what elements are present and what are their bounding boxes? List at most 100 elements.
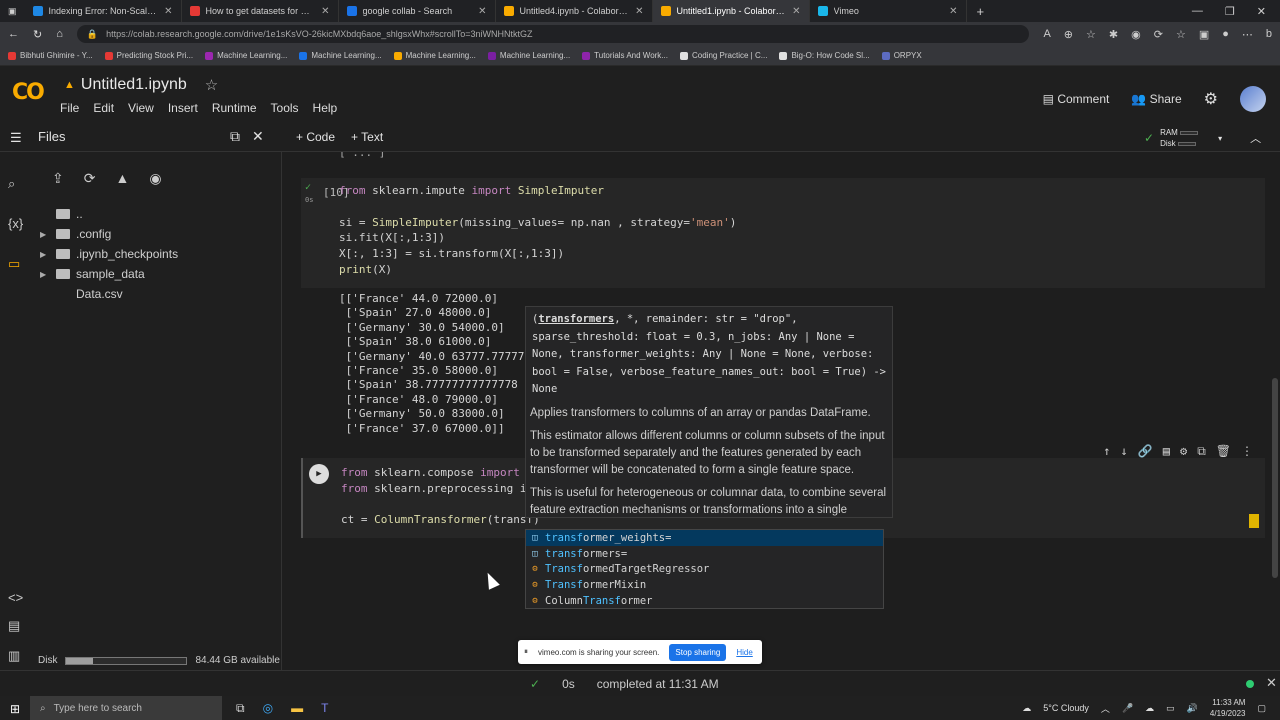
maximize-icon[interactable]: ❐ [1225, 5, 1235, 18]
menu-item[interactable]: Insert [168, 101, 198, 115]
expand-caret-icon[interactable]: ▶ [40, 250, 50, 259]
notebook-title[interactable]: Untitled1.ipynb [81, 76, 187, 94]
reload-icon[interactable]: ↻ [33, 28, 42, 41]
file-explorer-icon[interactable]: ▬ [291, 701, 303, 716]
avatar[interactable] [1240, 86, 1266, 112]
tab-close-icon[interactable]: ✕ [792, 6, 800, 17]
network-icon[interactable]: ▭ [1166, 703, 1175, 714]
code-line[interactable]: si = SimpleImputer(missing_values= np.na… [339, 216, 736, 229]
folder-item[interactable]: ▶ sample_data [40, 264, 178, 284]
code-line[interactable]: from sklearn.preprocessing im [341, 482, 533, 495]
open-in-tab-icon[interactable]: ⧉ [230, 128, 240, 145]
star-icon[interactable]: ☆ [205, 76, 218, 94]
clock[interactable]: 11:33 AM 4/19/2023 [1210, 697, 1246, 719]
link-icon[interactable]: 🔗 [1138, 444, 1153, 459]
code-line[interactable]: from sklearn.impute import SimpleImputer [339, 184, 604, 197]
new-tab-icon[interactable]: + [967, 4, 995, 19]
hide-share-bar-button[interactable]: Hide [736, 648, 752, 657]
extension-icon[interactable]: ◉ [1131, 28, 1141, 41]
autocomplete-item[interactable]: ◫ transformers= [526, 546, 883, 562]
home-icon[interactable]: ⌂ [56, 28, 63, 40]
extension-icon[interactable]: ✱ [1109, 28, 1118, 41]
bookmark-item[interactable]: Big-O: How Code Sl... [779, 51, 870, 60]
settings-gear-icon[interactable]: ⚙ [1204, 89, 1218, 109]
cell-settings-icon[interactable]: ⚙ [1180, 444, 1187, 459]
code-line[interactable]: print(X) [339, 263, 392, 276]
more-icon[interactable]: ⋯ [1242, 28, 1253, 41]
autocomplete-item[interactable]: ⚙ TransformerMixin [526, 577, 883, 593]
menu-item[interactable]: Help [313, 101, 338, 115]
folder-item[interactable]: .. [40, 204, 178, 224]
bookmark-item[interactable]: Machine Learning... [393, 51, 476, 60]
close-window-icon[interactable]: ✕ [1257, 5, 1266, 18]
taskbar-search[interactable]: ⌕ Type here to search [30, 696, 222, 720]
bookmark-item[interactable]: Bibhuti Ghimire - Y... [8, 51, 93, 60]
refresh-folder-icon[interactable]: ⟳ [84, 170, 96, 187]
folder-icon[interactable]: ▭ [8, 256, 20, 272]
tab-close-icon[interactable]: ✕ [164, 6, 172, 17]
bookmark-item[interactable]: Machine Learning... [205, 51, 287, 60]
tab-close-icon[interactable]: ✕ [321, 6, 329, 17]
collapse-icon[interactable]: ︿ [1250, 130, 1261, 146]
browser-tab[interactable]: Vimeo ✕ [810, 0, 967, 22]
move-up-icon[interactable]: ↑ [1103, 444, 1110, 459]
windows-start-icon[interactable]: ⊞ [10, 702, 20, 716]
code-snippets-icon[interactable]: <> [8, 590, 23, 605]
folder-item[interactable]: ▶ .config [40, 224, 178, 244]
browser-tab[interactable]: Untitled1.ipynb - Colaboratory ✕ [652, 0, 810, 22]
code-line[interactable]: from sklearn.compose import C [341, 466, 533, 479]
scroll-thumb[interactable] [1272, 378, 1278, 578]
stop-sharing-button[interactable]: Stop sharing [669, 643, 727, 661]
move-down-icon[interactable]: ↓ [1121, 444, 1128, 459]
code-cell-1[interactable]: ✓ 0s [10] from sklearn.impute import Sim… [301, 178, 1265, 288]
collections-icon[interactable]: ▣ [1199, 28, 1209, 41]
menu-item[interactable]: Tools [271, 101, 299, 115]
folder-item[interactable]: ▶ .ipynb_checkpoints [40, 244, 178, 264]
autocomplete-item[interactable]: ⚙ TransformedTargetRegressor [526, 562, 883, 578]
url-field[interactable]: 🔒 https://colab.research.google.com/driv… [76, 25, 1030, 43]
tray-chevron-icon[interactable]: ︿ [1101, 702, 1110, 715]
menu-item[interactable]: View [128, 101, 154, 115]
tab-close-icon[interactable]: ✕ [478, 6, 486, 17]
table-of-contents-icon[interactable]: ☰ [10, 130, 22, 146]
refresh-icon[interactable]: ⟳ [1154, 28, 1163, 41]
menu-item[interactable]: Runtime [212, 101, 257, 115]
browser-tab[interactable]: google collab - Search ✕ [339, 0, 496, 22]
expand-caret-icon[interactable]: ▶ [40, 270, 50, 279]
profile-icon[interactable]: ● [1222, 28, 1229, 41]
add-code-button[interactable]: + Code [296, 130, 335, 144]
back-icon[interactable]: ← [8, 28, 19, 40]
file-item[interactable]: Data.csv [40, 284, 178, 304]
autocomplete-item[interactable]: ⚙ ColumnTransformer [526, 593, 883, 609]
volume-icon[interactable]: 🔊 [1187, 703, 1198, 714]
browser-tab[interactable]: Untitled4.ipynb - Colaboratory ✕ [496, 0, 653, 22]
browser-tab[interactable]: How to get datasets for Machine ✕ [182, 0, 339, 22]
onedrive-icon[interactable]: ☁ [1145, 703, 1154, 714]
bing-icon[interactable]: b [1266, 28, 1272, 41]
edge-browser-icon[interactable]: ◎ [263, 701, 273, 716]
weather-text[interactable]: 5°C Cloudy [1043, 703, 1089, 713]
favorites-bar-icon[interactable]: ☆ [1176, 28, 1186, 41]
resource-indicator[interactable]: ✓ RAM Disk ▾ ︿ [1144, 127, 1261, 149]
upload-file-icon[interactable]: ⇪ [52, 170, 64, 187]
mount-drive-icon[interactable]: ▲ [115, 170, 129, 187]
command-palette-icon[interactable]: ▤ [8, 618, 20, 634]
tab-close-icon[interactable]: ✕ [949, 6, 957, 17]
code-line[interactable]: si.fit(X[:,1:3]) [339, 231, 445, 244]
zoom-icon[interactable]: ⊕ [1064, 28, 1073, 41]
close-status-icon[interactable]: ✕ [1266, 675, 1277, 691]
bookmark-item[interactable]: Machine Learning... [487, 51, 570, 60]
menu-item[interactable]: Edit [93, 101, 114, 115]
teams-icon[interactable]: T [321, 701, 328, 716]
share-button[interactable]: 👥 Share [1131, 92, 1181, 106]
minimize-icon[interactable]: — [1192, 5, 1203, 18]
bookmark-item[interactable]: Predicting Stock Pri... [104, 51, 193, 60]
variables-icon[interactable]: {x} [8, 216, 23, 231]
dropdown-icon[interactable]: ▾ [1218, 134, 1222, 143]
bookmark-item[interactable]: ORPYX [881, 51, 922, 60]
delete-icon[interactable]: 🗑 [1216, 444, 1231, 459]
comment-button[interactable]: ▤ Comment [1043, 92, 1110, 106]
task-view-icon[interactable]: ⧉ [236, 701, 245, 716]
add-text-button[interactable]: + Text [351, 130, 383, 144]
tab-actions-icon[interactable]: ▣ [0, 6, 25, 17]
